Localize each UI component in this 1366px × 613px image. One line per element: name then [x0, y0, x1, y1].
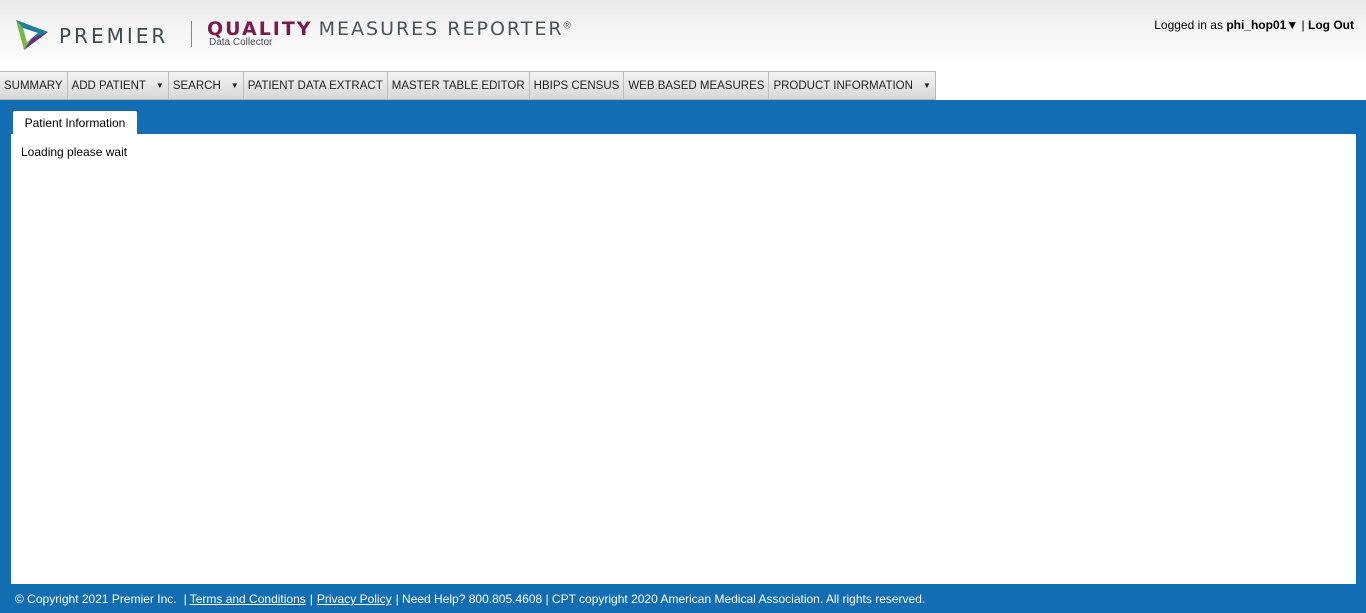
- nav-product-information[interactable]: PRODUCT INFORMATION ▼: [768, 72, 934, 99]
- copyright-text: © Copyright 2021 Premier Inc.: [15, 592, 177, 606]
- footer: © Copyright 2021 Premier Inc. | Terms an…: [0, 585, 1366, 613]
- nav-patient-data-extract[interactable]: PATIENT DATA EXTRACT: [242, 72, 387, 99]
- nav-search[interactable]: SEARCH ▼: [167, 72, 243, 99]
- nav-add-patient[interactable]: ADD PATIENT ▼: [66, 72, 168, 99]
- logout-link[interactable]: Log Out: [1308, 18, 1354, 32]
- loading-message: Loading please wait: [21, 145, 128, 159]
- user-menu-dropdown[interactable]: phi_hop01▼: [1226, 18, 1298, 32]
- brand-divider: [191, 21, 192, 47]
- main-nav: SUMMARY ADD PATIENT ▼ SEARCH ▼ PATIENT DAT…: [0, 71, 936, 100]
- user-bar: Logged in as phi_hop01▼ | Log Out: [1154, 18, 1354, 32]
- help-text: | Need Help? 800.805.4608 | CPT copyrigh…: [395, 592, 926, 606]
- premier-logo-icon: [16, 20, 48, 50]
- tab-patient-information[interactable]: Patient Information: [13, 111, 137, 135]
- product-title-rest: MEASURES REPORTER: [318, 18, 564, 40]
- chevron-down-icon: ▼: [155, 81, 164, 90]
- nav-label: WEB BASED MEASURES: [628, 79, 765, 92]
- product-subtitle: Data Collector: [209, 37, 273, 48]
- nav-label: HBIPS CENSUS: [533, 79, 620, 92]
- userbar-separator: |: [1301, 18, 1305, 32]
- nav-label: SEARCH: [172, 79, 221, 92]
- nav-hbips-census[interactable]: HBIPS CENSUS: [528, 72, 624, 99]
- footer-separator: |: [183, 592, 187, 606]
- brand-name: PREMIER: [59, 24, 169, 48]
- registered-mark: ®: [563, 20, 571, 32]
- nav-label: PRODUCT INFORMATION: [773, 79, 913, 92]
- header: PREMIER QUALITY MEASURES REPORTER® Data C…: [0, 0, 1366, 71]
- nav-label: PATIENT DATA EXTRACT: [247, 79, 383, 92]
- nav-web-based-measures[interactable]: WEB BASED MEASURES: [623, 72, 768, 99]
- privacy-link[interactable]: Privacy Policy: [317, 592, 392, 606]
- chevron-down-icon: ▼: [230, 81, 239, 90]
- nav-label: MASTER TABLE EDITOR: [391, 79, 525, 92]
- tab-panel: Loading please wait: [11, 134, 1356, 584]
- nav-master-table-editor[interactable]: MASTER TABLE EDITOR: [386, 72, 529, 99]
- chevron-down-icon: ▼: [922, 81, 931, 90]
- main-content: Patient Information Loading please wait: [0, 100, 1366, 585]
- nav-label: SUMMARY: [4, 79, 63, 92]
- logged-in-label: Logged in as: [1154, 18, 1223, 32]
- footer-separator: |: [309, 592, 313, 606]
- nav-summary[interactable]: SUMMARY: [0, 72, 67, 99]
- nav-label: ADD PATIENT: [71, 79, 146, 92]
- terms-link[interactable]: Terms and Conditions: [190, 592, 306, 606]
